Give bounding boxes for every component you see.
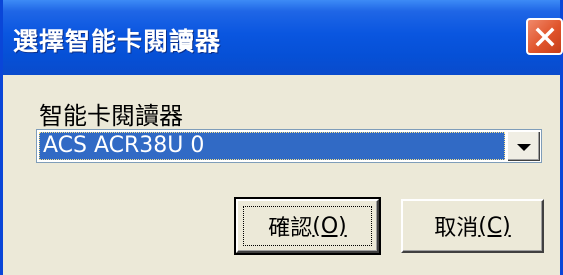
ok-button[interactable]: 確認 (O) [234,197,381,255]
title-bar[interactable]: 選擇智能卡閱讀器 [3,0,563,75]
reader-selected-value[interactable]: ACS ACR38U 0 [39,132,505,160]
dropdown-arrow-button[interactable] [507,131,540,161]
dialog-title: 選擇智能卡閱讀器 [13,27,222,56]
ok-button-label: 確認 [268,216,313,241]
cancel-button[interactable]: 取消 (C) [401,199,544,253]
dialog-window: 選擇智能卡閱讀器 智能卡閱讀器 ACS ACR38U 0 確認 (O) 取消 (C) [0,0,563,275]
close-button[interactable] [526,18,563,55]
ok-button-mnemonic: (O) [312,213,347,239]
reader-dropdown[interactable]: ACS ACR38U 0 [36,129,542,163]
cancel-button-label: 取消 [434,216,479,241]
close-icon [534,26,556,48]
chevron-down-icon [517,137,531,156]
reader-label: 智能卡閱讀器 [39,102,183,130]
cancel-button-mnemonic: (C) [478,213,511,239]
